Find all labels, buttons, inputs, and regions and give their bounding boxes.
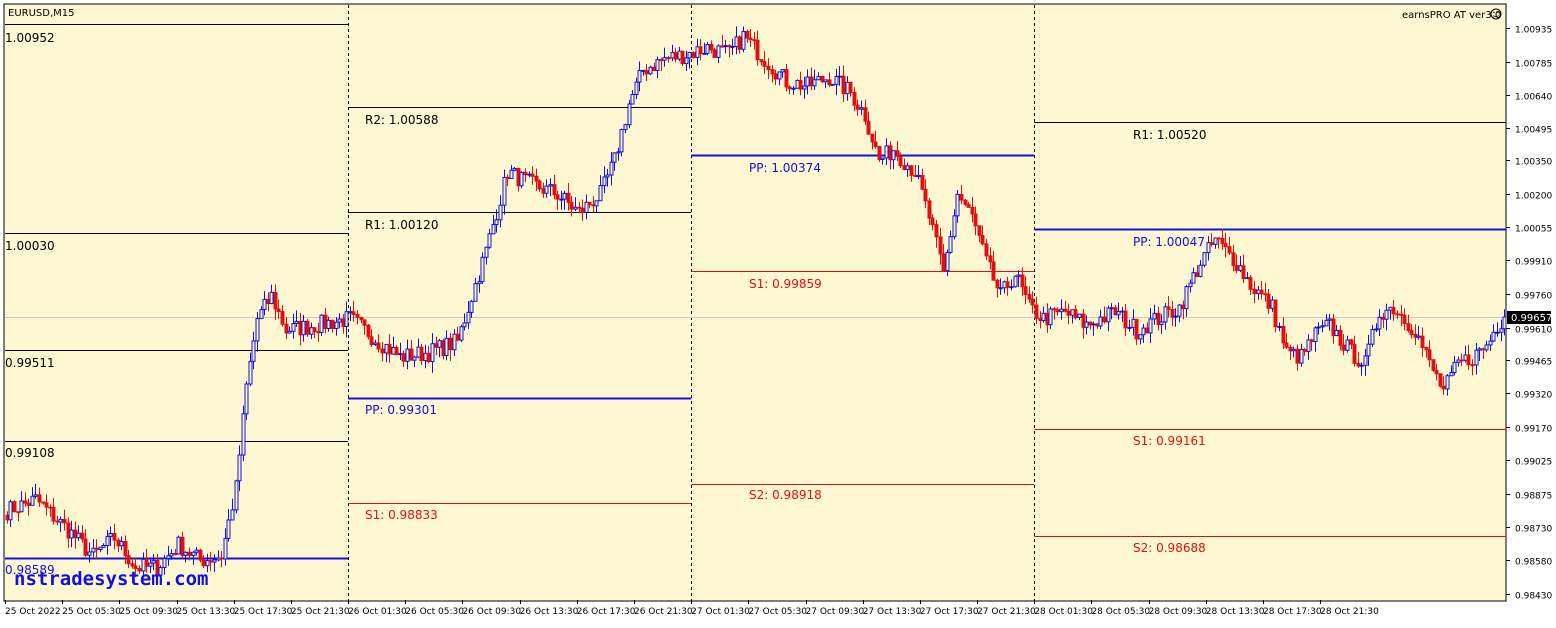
- candle[interactable]: [519, 171, 524, 189]
- x-tick-label: 26 Oct 21:30: [634, 607, 693, 617]
- candle[interactable]: [691, 51, 696, 59]
- plot-area[interactable]: [3, 3, 1507, 602]
- x-tick-label: 27 Oct 17:30: [920, 607, 979, 617]
- candle[interactable]: [459, 324, 464, 343]
- candle[interactable]: [830, 83, 835, 86]
- x-tick-label: 25 Oct 17:30: [234, 607, 293, 617]
- x-tick-label: 27 Oct 13:30: [863, 607, 922, 617]
- y-tick-label: 0.99025: [1515, 458, 1552, 468]
- y-tick-label: 1.00785: [1515, 60, 1552, 70]
- y-tick-label: 0.98580: [1515, 558, 1552, 568]
- x-tick-label: 26 Oct 05:30: [405, 607, 464, 617]
- y-tick-label: 0.99465: [1515, 358, 1552, 368]
- y-tick-label: 1.00935: [1515, 26, 1552, 36]
- y-tick-label: 0.99910: [1515, 258, 1552, 268]
- y-tick-label: 0.99170: [1515, 425, 1552, 435]
- x-tick-label: 27 Oct 21:30: [977, 607, 1036, 617]
- level-label-27-s1: S1: 0.99859: [749, 277, 822, 291]
- watermark: nstradesystem.com: [14, 568, 208, 590]
- x-tick-label: 26 Oct 13:30: [520, 607, 579, 617]
- candle[interactable]: [480, 252, 485, 284]
- x-tick-label: 25 Oct 2022: [5, 607, 61, 617]
- x-tick-label: 26 Oct 17:30: [577, 607, 636, 617]
- level-label-28-pp: PP: 1.00047: [1133, 235, 1205, 249]
- candle[interactable]: [1438, 373, 1443, 388]
- x-tick-label: 25 Oct 21:30: [291, 607, 350, 617]
- candle[interactable]: [176, 535, 181, 555]
- current-price-box: 0.99657: [1507, 311, 1552, 324]
- level-label-26-r1: R1: 1.00120: [365, 218, 438, 232]
- y-tick-label: 1.00055: [1515, 225, 1552, 235]
- chart-window[interactable]: 1.00935 1.00785 1.00640 1.00495 1.00350 1.002…: [0, 0, 1556, 624]
- x-tick-label: 25 Oct 09:30: [119, 607, 178, 617]
- x-tick-label: 28 Oct 17:30: [1263, 607, 1322, 617]
- candle[interactable]: [1013, 275, 1018, 288]
- y-tick-label: 0.99760: [1515, 292, 1552, 302]
- level-label-28-s1: S1: 0.99161: [1133, 434, 1206, 448]
- x-tick-label: 25 Oct 05:30: [62, 607, 121, 617]
- x-tick-label: 26 Oct 01:30: [348, 607, 407, 617]
- indicator-label: earnsPRO AT ver3.0: [1402, 10, 1501, 21]
- y-tick-label: 1.00640: [1515, 93, 1552, 103]
- candle[interactable]: [234, 479, 239, 514]
- x-tick-label: 26 Oct 09:30: [462, 607, 521, 617]
- x-tick-label: 28 Oct 21:30: [1320, 607, 1379, 617]
- x-tick-label: 25 Oct 13:30: [177, 607, 236, 617]
- level-label-28-s2: S2: 0.98688: [1133, 541, 1206, 555]
- y-tick-label: 0.99320: [1515, 391, 1552, 401]
- candle[interactable]: [648, 65, 653, 76]
- level-label-28-r1: R1: 1.00520: [1133, 128, 1206, 142]
- level-label-25-3: 0.99511: [5, 356, 55, 370]
- level-label-26-r2: R2: 1.00588: [365, 113, 438, 127]
- y-tick-label: 0.99610: [1515, 326, 1552, 336]
- x-tick-label: 28 Oct 09:30: [1149, 607, 1208, 617]
- level-label-25-1: 1.00952: [5, 31, 55, 45]
- candle[interactable]: [12, 500, 17, 513]
- x-tick-label: 28 Oct 13:30: [1206, 607, 1265, 617]
- candle[interactable]: [619, 128, 624, 157]
- level-label-26-s1: S1: 0.98833: [365, 508, 438, 522]
- candle[interactable]: [680, 50, 685, 67]
- chart-svg[interactable]: 1.00935 1.00785 1.00640 1.00495 1.00350 1.002…: [0, 0, 1556, 624]
- x-tick-label: 27 Oct 05:30: [748, 607, 807, 617]
- current-price-text: 0.99657: [1511, 313, 1552, 324]
- candle[interactable]: [1202, 252, 1207, 268]
- x-tick-label: 28 Oct 01:30: [1034, 607, 1093, 617]
- y-tick-label: 0.98430: [1515, 592, 1552, 602]
- y-tick-label: 0.98730: [1515, 525, 1552, 535]
- candle[interactable]: [244, 381, 249, 420]
- y-tick-label: 1.00495: [1515, 126, 1552, 136]
- y-tick-label: 1.00200: [1515, 192, 1552, 202]
- level-label-25-2: 1.00030: [5, 239, 55, 253]
- x-tick-label: 27 Oct 09:30: [806, 607, 865, 617]
- y-tick-label: 0.98875: [1515, 492, 1552, 502]
- x-tick-label: 28 Oct 05:30: [1091, 607, 1150, 617]
- level-label-26-pp: PP: 0.99301: [365, 403, 437, 417]
- y-tick-label: 1.00350: [1515, 158, 1552, 168]
- candle[interactable]: [305, 319, 310, 337]
- level-label-27-s2: S2: 0.98918: [749, 488, 822, 502]
- level-label-25-4: 0.99108: [5, 446, 55, 460]
- candle[interactable]: [319, 314, 324, 336]
- level-label-27-pp: PP: 1.00374: [749, 161, 821, 175]
- x-tick-label: 27 Oct 01:30: [691, 607, 750, 617]
- symbol-label: EURUSD,M15: [8, 8, 74, 19]
